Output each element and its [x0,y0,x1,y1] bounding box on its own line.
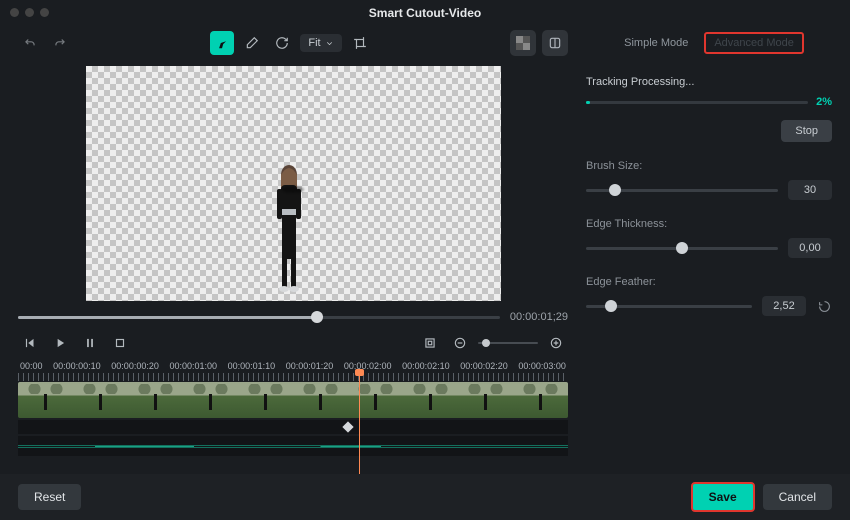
timeline-zoom-knob[interactable] [482,339,490,347]
ruler-tick: 00:00:01:10 [228,361,276,371]
brush-size-value[interactable]: 30 [788,180,832,200]
processing-progress-fill [586,101,590,104]
playback-knob[interactable] [311,311,323,323]
zoom-out-button[interactable] [448,331,472,355]
thumb [403,382,458,418]
thumb [513,382,568,418]
pause-button[interactable] [78,331,102,355]
timeline-zoom-slider[interactable] [478,342,538,344]
brush-size-slider[interactable] [586,189,778,192]
edge-feather-reset[interactable] [816,298,832,314]
chevron-down-icon [325,39,334,48]
snap-button[interactable] [418,331,442,355]
compare-toggle[interactable] [542,30,568,56]
cutout-subject [272,165,306,298]
edge-thickness-label: Edge Thickness: [586,218,832,230]
zoom-in-button[interactable] [544,331,568,355]
stop-playback-button[interactable] [108,331,132,355]
ruler-tick: 00:00:02:00 [344,361,392,371]
background-toggle[interactable] [510,30,536,56]
refresh-tool[interactable] [270,31,294,55]
ruler-tick: 00:00:03:00 [518,361,566,371]
cancel-button[interactable]: Cancel [763,484,832,510]
edge-thickness-slider[interactable] [586,247,778,250]
playback-fill [18,316,317,319]
ruler-tick: 00:00:00:10 [53,361,101,371]
timeline-ruler[interactable]: 00:00 00:00:00:10 00:00:00:20 00:00:01:0… [18,361,568,371]
ruler-tick: 00:00:02:10 [402,361,450,371]
stop-processing-button[interactable]: Stop [781,120,832,142]
checker-icon [516,36,530,50]
edge-feather-knob[interactable] [605,300,617,312]
ruler-tick: 00:00:01:20 [286,361,334,371]
current-timecode: 00:00:01;29 [510,311,568,323]
undo-button[interactable] [18,31,42,55]
zoom-fit-label: Fit [308,37,320,49]
edge-thickness-value[interactable]: 0,00 [788,238,832,258]
thumb [458,382,513,418]
edge-feather-slider[interactable] [586,305,752,308]
edge-feather-label: Edge Feather: [586,276,832,288]
keyframe-marker[interactable] [342,421,353,432]
tab-advanced-mode[interactable]: Advanced Mode [704,32,804,54]
auto-select-tool[interactable] [210,31,234,55]
ruler-tick: 00:00:00:20 [111,361,159,371]
ruler-tick: 00:00:01:00 [169,361,217,371]
keyframe-lane[interactable] [18,420,568,434]
playback-slider[interactable] [18,316,500,319]
thumb [238,382,293,418]
eraser-tool[interactable] [240,31,264,55]
window-title: Smart Cutout-Video [0,6,850,20]
zoom-fit-select[interactable]: Fit [300,34,341,52]
compare-icon [548,36,562,50]
play-button[interactable] [48,331,72,355]
thumb [128,382,183,418]
preview-canvas[interactable] [86,66,501,301]
audio-lane[interactable] [18,436,568,456]
tab-simple-mode[interactable]: Simple Mode [614,32,698,54]
brush-size-knob[interactable] [609,184,621,196]
thumb [18,382,73,418]
subject-shadow [282,186,304,193]
prev-frame-button[interactable] [18,331,42,355]
filmstrip[interactable] [18,382,568,418]
processing-status: Tracking Processing... [586,76,832,88]
thumb [183,382,238,418]
edge-feather-value[interactable]: 2,52 [762,296,806,316]
brush-size-label: Brush Size: [586,160,832,172]
reset-button[interactable]: Reset [18,484,81,510]
save-button[interactable]: Save [691,482,755,512]
ruler-ticks [18,373,568,381]
ruler-tick: 00:00:02:20 [460,361,508,371]
processing-percent: 2% [816,96,832,108]
audio-waveform [18,446,568,447]
redo-button[interactable] [48,31,72,55]
thumb [348,382,403,418]
ruler-tick: 00:00 [20,361,43,371]
thumb [293,382,348,418]
processing-progress-bar [586,101,808,104]
crop-tool[interactable] [348,31,372,55]
edge-thickness-knob[interactable] [676,242,688,254]
thumb [73,382,128,418]
